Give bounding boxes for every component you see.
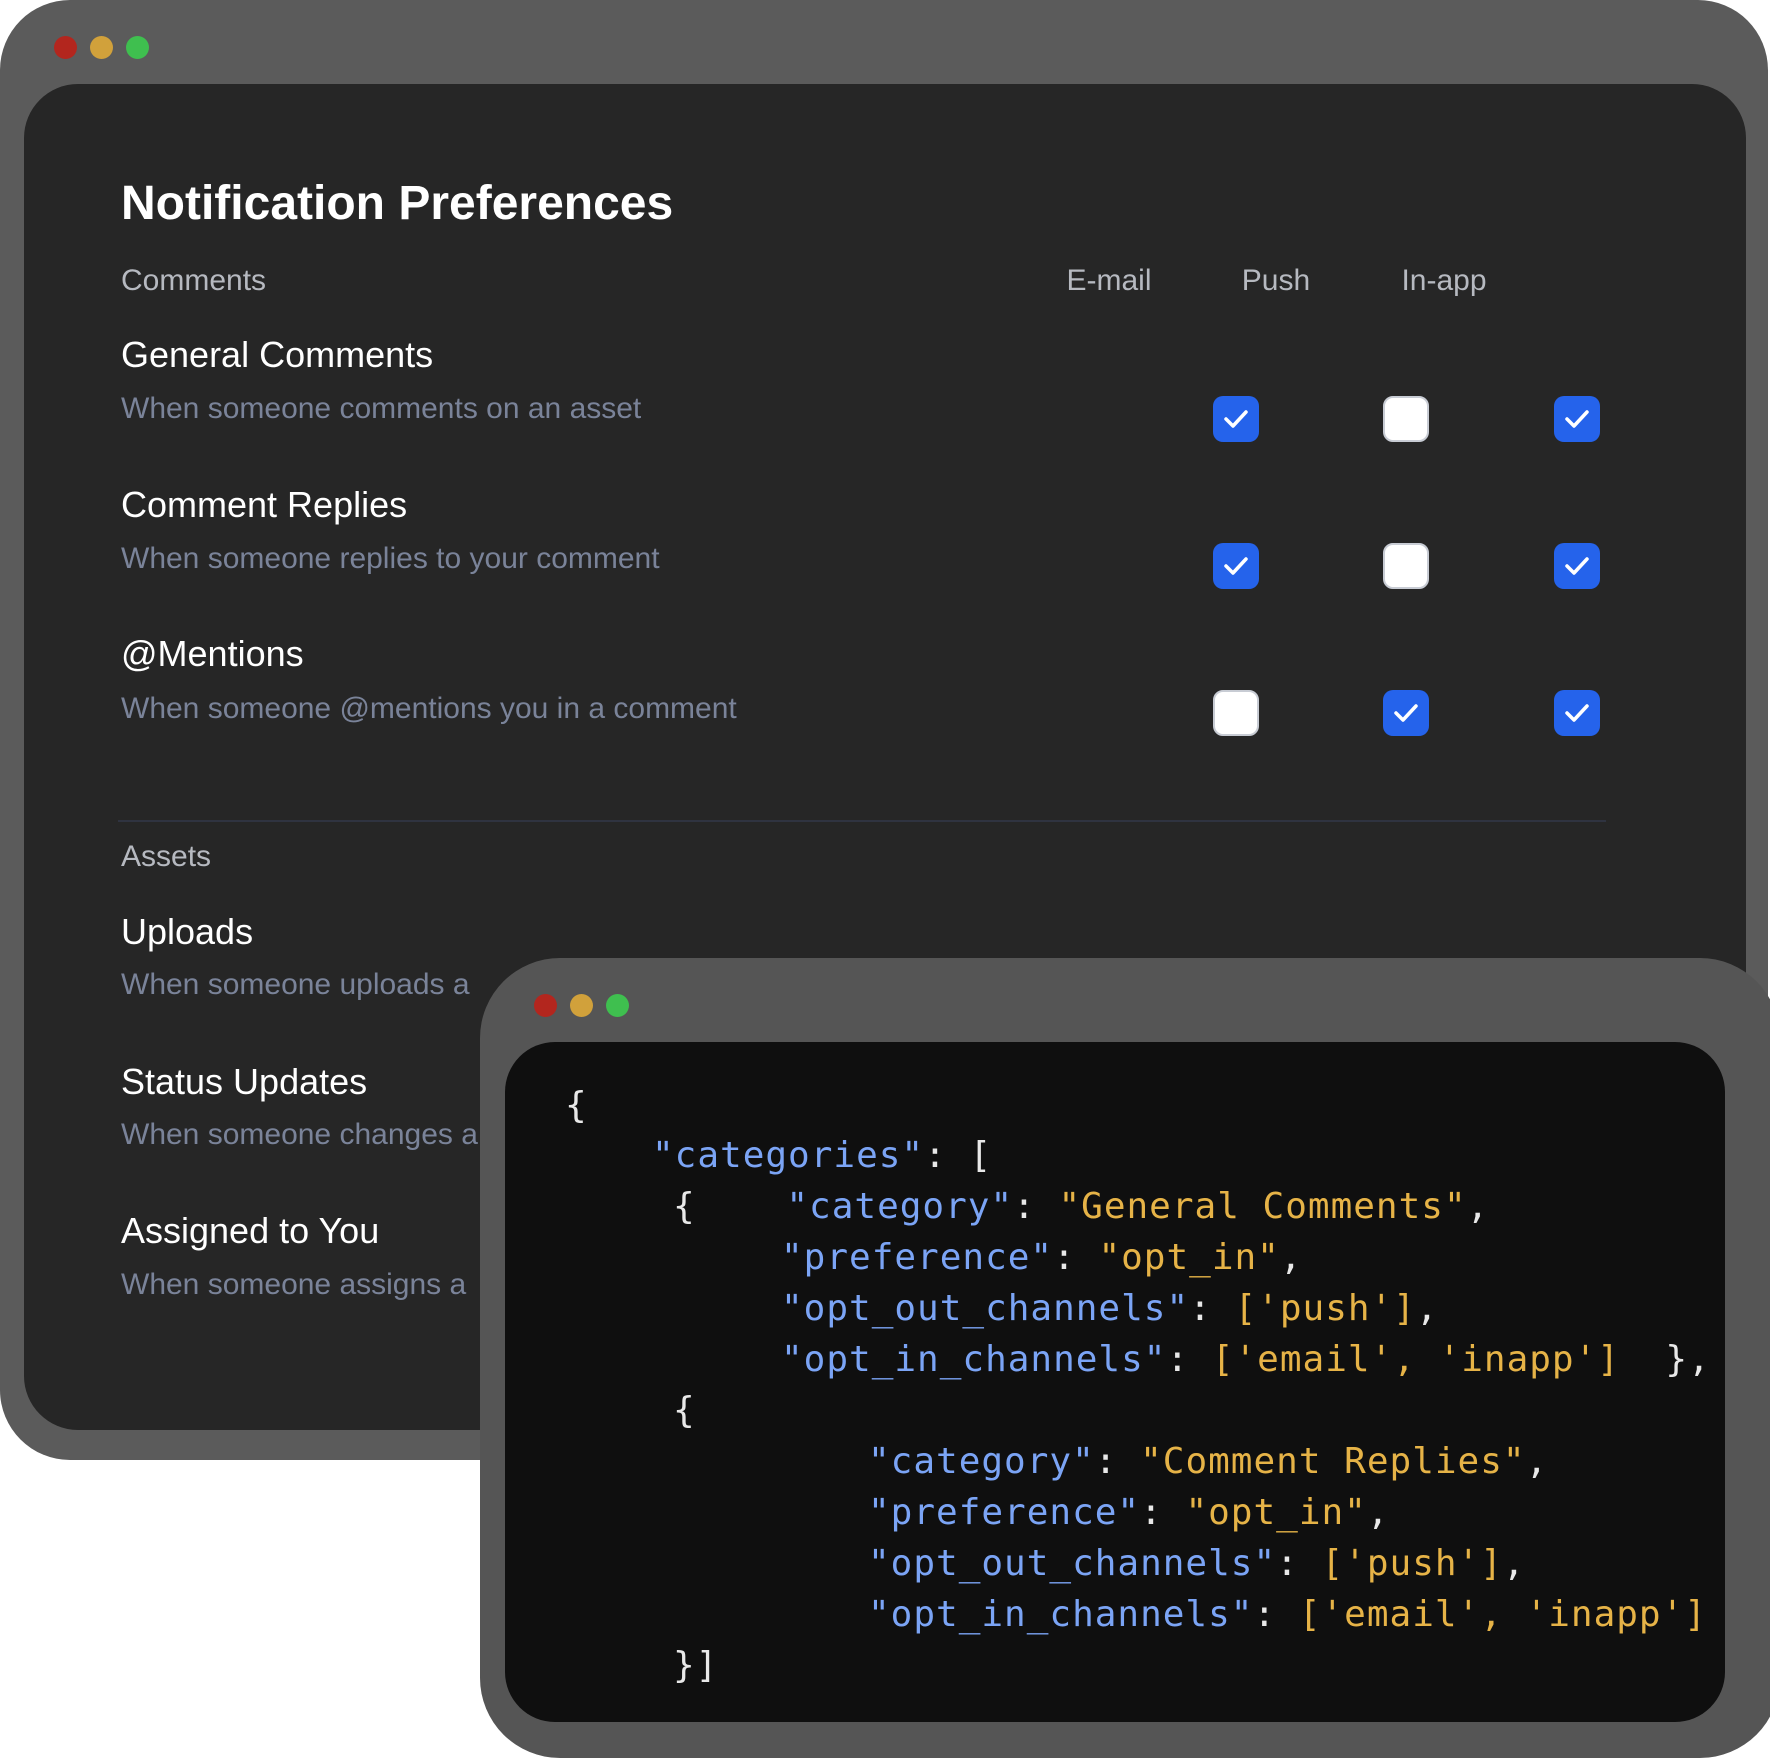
maximize-button[interactable]	[606, 994, 629, 1017]
code-punctuation: {	[565, 1085, 588, 1126]
row-desc-general-comments: When someone comments on an asset	[121, 392, 642, 425]
code-punctuation: :	[1013, 1186, 1059, 1227]
row-title-uploads: Uploads	[121, 911, 254, 952]
code-string: ['push']	[1234, 1288, 1416, 1329]
code-line: {	[565, 1080, 588, 1131]
code-line: "opt_out_channels": ['push'],	[868, 1538, 1526, 1589]
column-header-push: Push	[1241, 264, 1311, 297]
close-button[interactable]	[54, 36, 77, 59]
code-key: "opt_in_channels"	[868, 1594, 1254, 1635]
section-heading-assets: Assets	[121, 840, 212, 873]
check-icon	[1224, 410, 1248, 428]
code-string: "opt_in"	[1185, 1492, 1367, 1533]
window-controls	[54, 36, 149, 59]
code-string: ['push']	[1321, 1543, 1503, 1584]
check-icon	[1224, 557, 1248, 575]
page-title: Notification Preferences	[121, 177, 674, 230]
checkbox-general-comments-inapp[interactable]	[1554, 396, 1600, 442]
code-window: { "categories": [ { "category": "General…	[480, 958, 1770, 1758]
row-title-mentions: @Mentions	[121, 633, 304, 674]
row-title-comment-replies: Comment Replies	[121, 484, 408, 525]
code-line: {	[673, 1385, 696, 1436]
code-punctuation: : [	[924, 1135, 993, 1176]
row-desc-uploads: When someone uploads a	[121, 968, 470, 1001]
row-desc-assigned-to-you: When someone assigns a	[121, 1268, 467, 1301]
checkbox-mentions-push[interactable]	[1383, 690, 1429, 736]
code-string: ['email', 'inapp']	[1211, 1339, 1620, 1380]
code-punctuation: :	[1253, 1594, 1299, 1635]
checkbox-general-comments-push[interactable]	[1383, 396, 1429, 442]
maximize-button[interactable]	[126, 36, 149, 59]
code-punctuation: :	[1166, 1339, 1212, 1380]
code-key: "category"	[786, 1186, 1014, 1227]
column-header-email: E-mail	[1066, 264, 1152, 297]
column-header-inapp: In-app	[1401, 264, 1487, 297]
code-line: "preference": "opt_in",	[781, 1232, 1303, 1283]
row-desc-status-updates: When someone changes a	[121, 1118, 478, 1151]
code-punctuation: },	[1619, 1339, 1711, 1380]
row-title-general-comments: General Comments	[121, 334, 434, 375]
code-punctuation: {	[673, 1186, 787, 1227]
code-punctuation: ,	[1279, 1237, 1303, 1278]
code-key: "opt_in_channels"	[781, 1339, 1167, 1380]
code-string: "Comment Replies"	[1140, 1441, 1526, 1482]
row-desc-mentions: When someone @mentions you in a comment	[121, 692, 737, 725]
check-icon	[1565, 557, 1589, 575]
code-line: "preference": "opt_in",	[868, 1487, 1390, 1538]
row-title-status-updates: Status Updates	[121, 1061, 368, 1102]
code-punctuation: ,	[1502, 1543, 1526, 1584]
minimize-button[interactable]	[90, 36, 113, 59]
code-string: ['email', 'inapp']	[1298, 1594, 1707, 1635]
row-title-assigned-to-you: Assigned to You	[121, 1210, 380, 1251]
code-line: "opt_out_channels": ['push'],	[781, 1283, 1439, 1334]
code-punctuation: :	[1140, 1492, 1186, 1533]
checkbox-mentions-email[interactable]	[1213, 690, 1259, 736]
code-key: "opt_out_channels"	[781, 1288, 1190, 1329]
code-key: "preference"	[868, 1492, 1141, 1533]
code-block: { "categories": [ { "category": "General…	[505, 1042, 1710, 1722]
close-button[interactable]	[534, 994, 557, 1017]
code-panel: { "categories": [ { "category": "General…	[505, 1042, 1725, 1722]
code-punctuation: }]	[673, 1645, 719, 1686]
code-line: }]	[673, 1640, 718, 1691]
check-icon	[1565, 704, 1589, 722]
code-punctuation: ,	[1366, 1492, 1390, 1533]
code-punctuation: ,	[1466, 1186, 1490, 1227]
checkbox-mentions-inapp[interactable]	[1554, 690, 1600, 736]
code-punctuation: :	[1053, 1237, 1099, 1278]
code-key: "categories"	[652, 1135, 925, 1176]
code-string: "General Comments"	[1058, 1186, 1467, 1227]
minimize-button[interactable]	[570, 994, 593, 1017]
checkbox-general-comments-email[interactable]	[1213, 396, 1259, 442]
code-line: "opt_in_channels": ['email', 'inapp'] },	[781, 1334, 1711, 1385]
code-key: "opt_out_channels"	[868, 1543, 1277, 1584]
checkbox-comment-replies-push[interactable]	[1383, 543, 1429, 589]
check-icon	[1394, 704, 1418, 722]
section-heading-comments: Comments	[121, 264, 267, 297]
checkbox-comment-replies-inapp[interactable]	[1554, 543, 1600, 589]
code-key: "preference"	[781, 1237, 1054, 1278]
check-icon	[1565, 410, 1589, 428]
code-string: "opt_in"	[1098, 1237, 1280, 1278]
code-line: "category": "Comment Replies",	[868, 1436, 1548, 1487]
code-key: "category"	[868, 1441, 1095, 1482]
code-punctuation: ,	[1415, 1288, 1439, 1329]
code-line: "categories": [	[652, 1130, 992, 1181]
window-controls	[534, 994, 629, 1017]
checkbox-comment-replies-email[interactable]	[1213, 543, 1259, 589]
code-punctuation: :	[1094, 1441, 1141, 1482]
code-punctuation: {	[673, 1390, 696, 1431]
code-punctuation: ,	[1525, 1441, 1549, 1482]
code-line: "opt_in_channels": ['email', 'inapp']	[868, 1589, 1707, 1640]
code-punctuation: :	[1276, 1543, 1322, 1584]
code-punctuation: :	[1189, 1288, 1235, 1329]
row-desc-comment-replies: When someone replies to your comment	[121, 542, 660, 575]
section-divider	[118, 820, 1606, 822]
code-line: { "category": "General Comments",	[673, 1181, 1489, 1232]
